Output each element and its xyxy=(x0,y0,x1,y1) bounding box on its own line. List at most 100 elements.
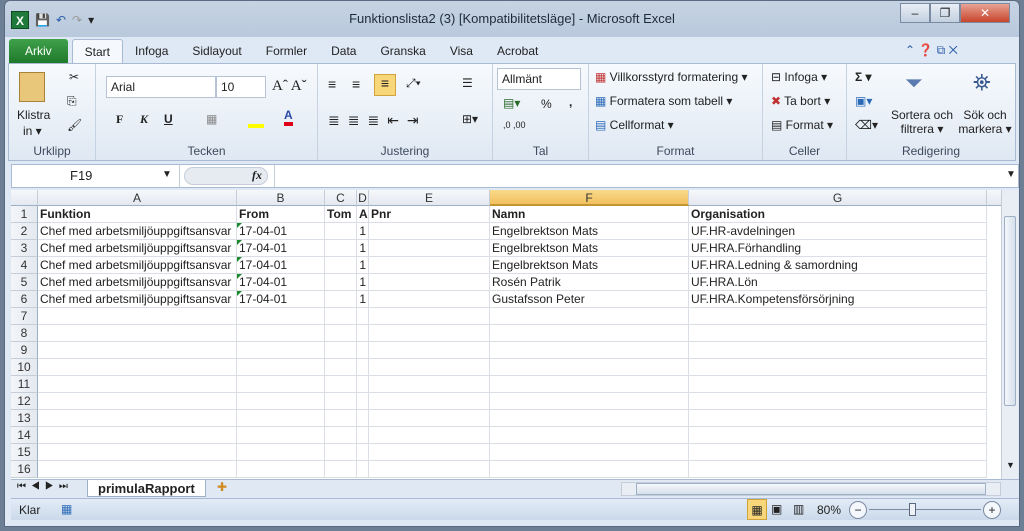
cell[interactable]: Chef med arbetsmiljöuppgiftsansvar xyxy=(38,291,237,308)
cell[interactable]: Rosén Patrik xyxy=(490,274,689,291)
cell[interactable] xyxy=(325,393,357,410)
cell[interactable]: 17-04-01 xyxy=(237,240,325,257)
formula-input[interactable] xyxy=(274,165,1002,187)
bold-button[interactable]: F xyxy=(116,112,123,127)
cell[interactable] xyxy=(237,427,325,444)
italic-button[interactable]: K xyxy=(140,112,148,127)
cell[interactable] xyxy=(325,376,357,393)
sort-filter-icon[interactable]: ⏷ xyxy=(905,70,923,96)
find-binoculars-icon[interactable]: ⛯ xyxy=(973,70,991,96)
cell[interactable]: Pnr xyxy=(369,206,490,223)
cell[interactable] xyxy=(689,342,987,359)
tab-acrobat[interactable]: Acrobat xyxy=(485,39,550,63)
select-all-corner[interactable] xyxy=(11,190,38,206)
cell[interactable]: Funktion xyxy=(38,206,237,223)
row-header[interactable]: 15 xyxy=(11,444,38,461)
comma-button[interactable]: , xyxy=(569,95,572,109)
merge-center-icon[interactable]: ⊞▾ xyxy=(462,112,478,126)
close-button[interactable]: ✕ xyxy=(960,3,1010,23)
percent-button[interactable]: % xyxy=(541,97,552,111)
cell[interactable] xyxy=(357,461,369,478)
font-size-select[interactable]: 10 xyxy=(216,76,266,98)
cell[interactable] xyxy=(490,359,689,376)
cell[interactable] xyxy=(357,393,369,410)
cell[interactable] xyxy=(38,410,237,427)
cell[interactable]: Chef med arbetsmiljöuppgiftsansvar xyxy=(38,257,237,274)
sort-filter-button[interactable]: Sortera och filtrera ▾ xyxy=(887,108,957,136)
cell[interactable] xyxy=(369,223,490,240)
zoom-slider-track[interactable] xyxy=(869,509,981,510)
cell[interactable] xyxy=(689,359,987,376)
wrap-text-icon[interactable]: ☰ xyxy=(462,76,473,90)
worksheet-grid[interactable]: A B C D E F G 1 Funktion From Tom A Pnr Namn Organisat… xyxy=(11,190,1001,479)
cell[interactable] xyxy=(369,444,490,461)
cell[interactable] xyxy=(325,223,357,240)
zoom-slider-handle[interactable] xyxy=(909,503,916,516)
cell[interactable]: 1 xyxy=(357,291,369,308)
cell[interactable] xyxy=(38,308,237,325)
cell[interactable]: Chef med arbetsmiljöuppgiftsansvar xyxy=(38,274,237,291)
cell[interactable] xyxy=(689,461,987,478)
normal-view-icon[interactable]: ▦ xyxy=(747,499,767,520)
cell[interactable] xyxy=(357,376,369,393)
paste-icon[interactable] xyxy=(19,72,45,102)
cell[interactable]: Engelbrektson Mats xyxy=(490,223,689,240)
cell[interactable]: Chef med arbetsmiljöuppgiftsansvar xyxy=(38,223,237,240)
cell[interactable] xyxy=(490,410,689,427)
column-header-c[interactable]: C xyxy=(325,190,357,206)
copy-icon[interactable]: ⎘ xyxy=(67,94,77,109)
decimal-icon[interactable]: ,0 ,00 xyxy=(503,120,526,130)
cell[interactable] xyxy=(325,308,357,325)
format-cells-button[interactable]: ▤ Format ▾ xyxy=(771,118,833,132)
row-header[interactable]: 2 xyxy=(11,223,38,240)
cell[interactable] xyxy=(325,257,357,274)
cell[interactable]: 17-04-01 xyxy=(237,291,325,308)
row-header[interactable]: 10 xyxy=(11,359,38,376)
insert-sheet-icon[interactable]: ✚ xyxy=(217,480,227,494)
cell[interactable] xyxy=(325,410,357,427)
minimize-button[interactable]: – xyxy=(900,3,930,23)
cell[interactable] xyxy=(357,410,369,427)
row-header[interactable]: 1 xyxy=(11,206,38,223)
row-header[interactable]: 7 xyxy=(11,308,38,325)
cell[interactable] xyxy=(38,342,237,359)
cell[interactable]: From xyxy=(237,206,325,223)
cell[interactable] xyxy=(357,359,369,376)
insert-cells-button[interactable]: ⊟ Infoga ▾ xyxy=(771,70,827,84)
cell[interactable]: UF.HRA.Lön xyxy=(689,274,987,291)
tab-data[interactable]: Data xyxy=(319,39,368,63)
column-header-f[interactable]: F xyxy=(490,190,689,206)
zoom-level[interactable]: 80% xyxy=(817,503,841,517)
cell[interactable] xyxy=(325,444,357,461)
cell[interactable] xyxy=(369,393,490,410)
cell[interactable]: Gustafsson Peter xyxy=(490,291,689,308)
restore-button[interactable]: ❐ xyxy=(930,3,960,23)
fill-color-icon[interactable] xyxy=(248,110,264,128)
currency-icon[interactable]: ▤▾ xyxy=(503,96,520,110)
cell[interactable]: 1 xyxy=(357,240,369,257)
cut-icon[interactable]: ✂ xyxy=(69,70,79,84)
fill-icon[interactable]: ▣▾ xyxy=(855,94,872,108)
tab-infoga[interactable]: Infoga xyxy=(123,39,180,63)
row-header[interactable]: 9 xyxy=(11,342,38,359)
cell[interactable] xyxy=(237,325,325,342)
cell[interactable] xyxy=(325,291,357,308)
cell[interactable] xyxy=(490,461,689,478)
horizontal-scrollbar[interactable] xyxy=(621,482,1001,496)
cell[interactable] xyxy=(369,376,490,393)
row-header[interactable]: 16 xyxy=(11,461,38,478)
cell[interactable] xyxy=(369,325,490,342)
insert-function-button[interactable]: fx xyxy=(252,168,262,183)
row-header[interactable]: 11 xyxy=(11,376,38,393)
format-as-table-button[interactable]: ▦ Formatera som tabell ▾ xyxy=(595,94,732,108)
font-name-select[interactable]: Arial xyxy=(106,76,216,98)
cell[interactable]: UF.HRA.Förhandling xyxy=(689,240,987,257)
align-middle-icon[interactable]: ≡ xyxy=(352,76,360,92)
sheet-tab-primularapport[interactable]: primulaRapport xyxy=(87,480,206,497)
row-header[interactable]: 4 xyxy=(11,257,38,274)
paste-label[interactable]: Klistra xyxy=(17,108,50,122)
cell[interactable] xyxy=(38,393,237,410)
cell[interactable] xyxy=(38,325,237,342)
cell[interactable] xyxy=(369,257,490,274)
tab-granska[interactable]: Granska xyxy=(368,39,437,63)
